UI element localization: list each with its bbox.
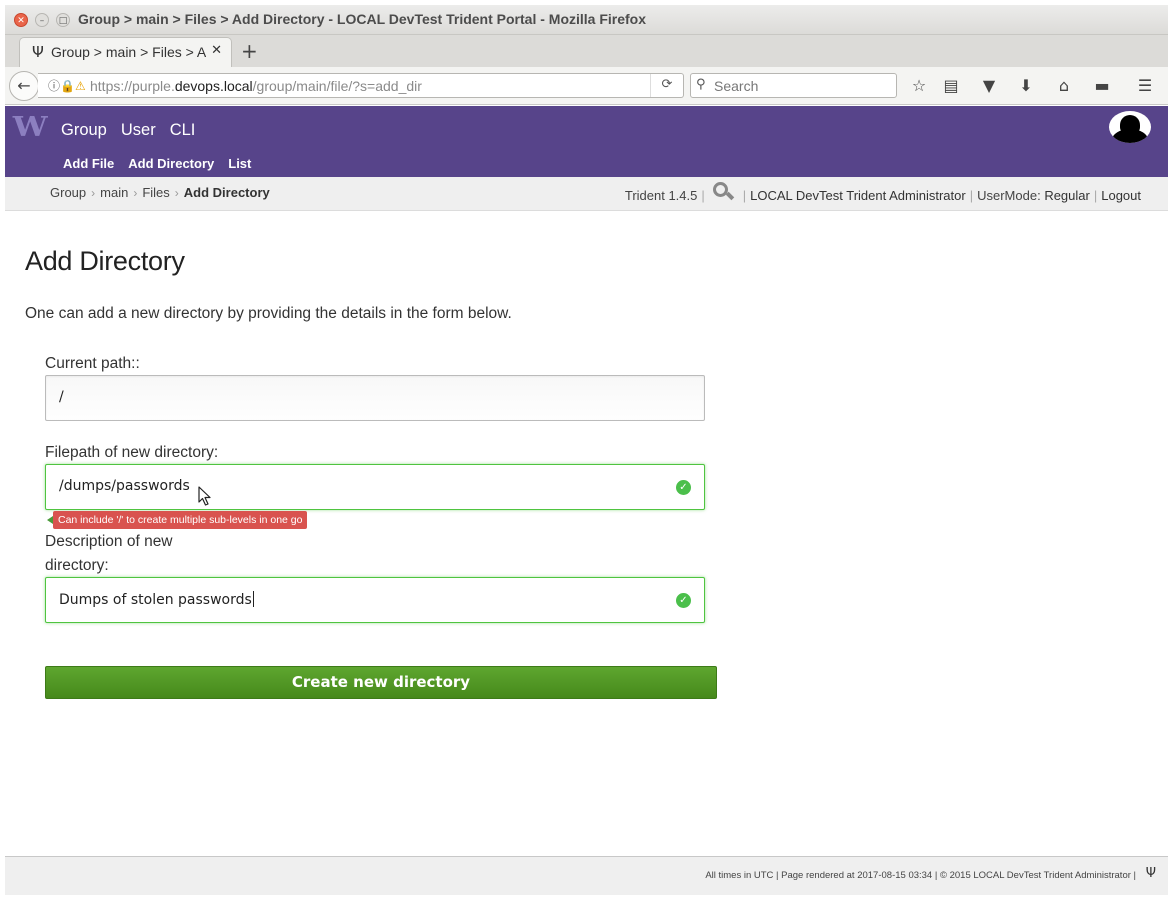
- page-footer: All times in UTC | Page rendered at 2017…: [5, 856, 1168, 895]
- mouse-pointer-icon: [198, 486, 211, 506]
- url-bar[interactable]: ⓘ🔒⚠ https://purple.devops.local/group/ma…: [38, 73, 684, 98]
- search-icon: ⚲: [696, 77, 706, 92]
- search-input[interactable]: ⚲ Search: [690, 73, 897, 98]
- lock-icon: 🔒: [60, 79, 75, 93]
- chevron-right-icon: ›: [91, 186, 96, 200]
- reading-list-icon[interactable]: ▤: [940, 76, 962, 95]
- web-page: W Group User CLI Add File Add Directory …: [5, 106, 1168, 895]
- window-minimize-button[interactable]: –: [35, 13, 49, 27]
- main-menu: Group User CLI: [61, 121, 195, 140]
- tab-strip: Ψ Group > main > Files > Add Directory ✕…: [5, 35, 1168, 67]
- page-title: Add Directory: [25, 246, 185, 276]
- breadcrumb-bar: Group › main › Files › Add Directory Trident 1…: [5, 177, 1168, 211]
- reload-icon[interactable]: ⟳: [650, 74, 683, 97]
- breadcrumb-main[interactable]: main: [100, 185, 128, 200]
- tab-title: Group > main > Files > Add Directory: [51, 44, 206, 60]
- window-close-button[interactable]: ✕: [14, 13, 28, 27]
- menu-icon[interactable]: ☰: [1134, 76, 1156, 95]
- site-header: W Group User CLI Add File Add Directory …: [5, 106, 1168, 177]
- warning-icon: ⚠: [74, 79, 86, 93]
- pocket-icon[interactable]: ▼: [978, 76, 1000, 95]
- menu-user[interactable]: User: [121, 121, 156, 140]
- main-content: Add Directory One can add a new director…: [25, 246, 745, 323]
- breadcrumb-group[interactable]: Group: [50, 185, 86, 200]
- search-placeholder: Search: [714, 78, 759, 94]
- filepath-hint-tooltip: Can include '/' to create multiple sub-l…: [53, 511, 308, 529]
- submenu-add-directory[interactable]: Add Directory: [128, 156, 214, 171]
- new-tab-button[interactable]: +: [241, 39, 258, 63]
- sub-menu: Add File Add Directory List: [63, 156, 251, 171]
- window-maximize-button[interactable]: □: [56, 13, 70, 27]
- filepath-label: Filepath of new directory:: [45, 444, 219, 461]
- site-info-icon[interactable]: ⓘ🔒⚠: [48, 77, 86, 94]
- usermode-link[interactable]: Regular: [1044, 188, 1090, 203]
- chevron-right-icon: ›: [133, 186, 138, 200]
- filepath-value: /dumps/passwords: [59, 478, 190, 494]
- valid-check-icon: ✓: [676, 593, 691, 608]
- current-path-value: /: [59, 389, 64, 405]
- breadcrumb: Group › main › Files › Add Directory: [50, 185, 270, 200]
- filepath-input[interactable]: /dumps/passwords ✓: [45, 464, 705, 510]
- menu-group[interactable]: Group: [61, 121, 107, 140]
- download-icon[interactable]: ⬇: [1015, 76, 1037, 95]
- footer-text: All times in UTC | Page rendered at 2017…: [705, 870, 1136, 881]
- logout-link[interactable]: Logout: [1101, 188, 1141, 203]
- url-text[interactable]: https://purple.devops.local/group/main/f…: [90, 78, 422, 94]
- trident-footer-icon[interactable]: Ψ: [1146, 866, 1156, 881]
- current-path-label: Current path::: [45, 355, 140, 372]
- admin-link[interactable]: LOCAL DevTest Trident Administrator: [750, 188, 966, 203]
- chevron-right-icon: ›: [174, 186, 179, 200]
- usermode-label: UserMode:: [977, 187, 1041, 203]
- menu-cli[interactable]: CLI: [170, 121, 196, 140]
- browser-navbar: ← ⓘ🔒⚠ https://purple.devops.local/group/…: [5, 67, 1168, 105]
- breadcrumb-current: Add Directory: [183, 185, 270, 200]
- version-label: Trident 1.4.5: [624, 187, 698, 203]
- back-button[interactable]: ←: [9, 71, 39, 101]
- search-icon[interactable]: [712, 182, 735, 202]
- tab-close-icon[interactable]: ✕: [211, 43, 222, 58]
- submenu-list[interactable]: List: [228, 156, 251, 171]
- extension-icon[interactable]: ▬: [1091, 76, 1113, 95]
- window-title: Group > main > Files > Add Directory - L…: [78, 11, 647, 27]
- description-label: Description of new: [45, 533, 173, 550]
- home-icon[interactable]: ⌂: [1053, 76, 1075, 95]
- description-value: Dumps of stolen passwords: [59, 591, 254, 608]
- breadcrumb-files[interactable]: Files: [142, 185, 169, 200]
- window-titlebar: ✕ – □ Group > main > Files > Add Directo…: [5, 5, 1168, 35]
- browser-tab[interactable]: Ψ Group > main > Files > Add Directory ✕: [19, 37, 232, 67]
- back-arrow-icon: ←: [17, 76, 31, 95]
- current-path-field: /: [45, 375, 705, 421]
- valid-check-icon: ✓: [676, 480, 691, 495]
- description-input[interactable]: Dumps of stolen passwords ✓: [45, 577, 705, 623]
- star-icon[interactable]: ☆: [908, 76, 930, 95]
- trident-favicon-icon: Ψ: [32, 43, 44, 61]
- create-directory-button[interactable]: Create new directory: [45, 666, 717, 699]
- description-label-cont: directory:: [45, 557, 109, 574]
- avatar[interactable]: [1109, 111, 1151, 143]
- trident-logo[interactable]: W: [13, 112, 48, 143]
- submenu-add-file[interactable]: Add File: [63, 156, 114, 171]
- intro-text: One can add a new directory by providing…: [25, 305, 512, 322]
- user-info: Trident 1.4.5 | | LOCAL DevTest Trident …: [624, 182, 1141, 205]
